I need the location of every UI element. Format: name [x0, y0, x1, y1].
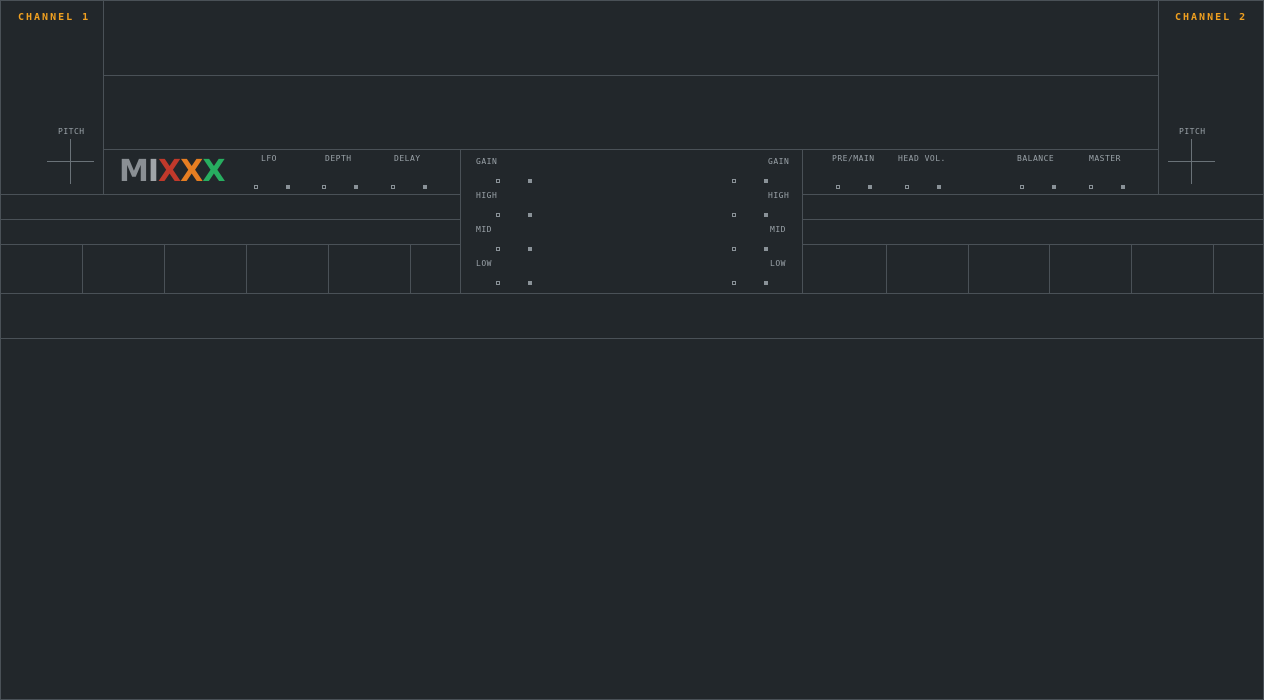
eq-right-high-label: HIGH: [768, 191, 790, 200]
eq-right-gain-knob[interactable]: [732, 179, 736, 183]
eq-right-low-indicator[interactable]: [764, 281, 768, 285]
eq-left-low-knob[interactable]: [496, 281, 500, 285]
balance-label: BALANCE: [1017, 154, 1055, 163]
depth-label: DEPTH: [325, 154, 352, 163]
eq-left-high-label: HIGH: [476, 191, 498, 200]
pre-main-indicator[interactable]: [868, 185, 872, 189]
head-vol-label: HEAD VOL.: [898, 154, 946, 163]
eq-right-mid-indicator[interactable]: [764, 247, 768, 251]
deck2-waveform[interactable]: [104, 76, 1158, 149]
delay-knob-indicator[interactable]: [423, 185, 427, 189]
deck2-button-4[interactable]: [1049, 245, 1132, 293]
deck1-button-2[interactable]: [82, 245, 165, 293]
eq-right-high-indicator[interactable]: [764, 213, 768, 217]
lfo-knob[interactable]: [254, 185, 258, 189]
delay-knob[interactable]: [391, 185, 395, 189]
deck1-button-4[interactable]: [246, 245, 329, 293]
deck1-waveform[interactable]: [104, 1, 1158, 75]
head-vol-indicator[interactable]: [937, 185, 941, 189]
eq-left-high-knob[interactable]: [496, 213, 500, 217]
deck1-button-1[interactable]: [0, 245, 83, 293]
row-line-1-left: [0, 194, 460, 195]
row-line-1-right: [803, 194, 1264, 195]
deck2-pitch-slider-track[interactable]: [1191, 139, 1192, 184]
balance-knob[interactable]: [1020, 185, 1024, 189]
lfo-label: LFO: [261, 154, 277, 163]
deck2-button-5[interactable]: [1131, 245, 1214, 293]
depth-knob[interactable]: [322, 185, 326, 189]
master-indicator[interactable]: [1121, 185, 1125, 189]
eq-left-high-indicator[interactable]: [528, 213, 532, 217]
eq-left-low-indicator[interactable]: [528, 281, 532, 285]
eq-right-low-knob[interactable]: [732, 281, 736, 285]
deck2-pitch-label: PITCH: [1179, 127, 1206, 136]
delay-label: DELAY: [394, 154, 421, 163]
deck1-button-3[interactable]: [164, 245, 247, 293]
row-line-2-right: [803, 219, 1264, 220]
eq-mixer-panel: [460, 149, 803, 294]
eq-right-mid-label: MID: [770, 225, 786, 234]
deck1-title: CHANNEL 1: [18, 12, 91, 23]
deck1-panel: [0, 0, 104, 194]
eq-left-gain-indicator[interactable]: [528, 179, 532, 183]
eq-left-mid-label: MID: [476, 225, 492, 234]
eq-right-gain-label: GAIN: [768, 157, 790, 166]
pre-main-knob[interactable]: [836, 185, 840, 189]
eq-left-low-label: LOW: [476, 259, 492, 268]
master-label: MASTER: [1089, 154, 1121, 163]
eq-left-mid-indicator[interactable]: [528, 247, 532, 251]
deck2-button-2[interactable]: [886, 245, 969, 293]
mixxx-logo: MIXXX: [119, 154, 225, 189]
lfo-knob-indicator[interactable]: [286, 185, 290, 189]
eq-right-gain-indicator[interactable]: [764, 179, 768, 183]
deck1-button-5[interactable]: [328, 245, 411, 293]
deck2-button-1[interactable]: [803, 245, 887, 293]
eq-right-mid-knob[interactable]: [732, 247, 736, 251]
master-knob[interactable]: [1089, 185, 1093, 189]
pre-main-label: PRE/MAIN: [832, 154, 875, 163]
library-area[interactable]: [1, 339, 1263, 699]
row-line-2-left: [0, 219, 460, 220]
balance-indicator[interactable]: [1052, 185, 1056, 189]
deck2-panel: [1158, 0, 1264, 194]
eq-left-mid-knob[interactable]: [496, 247, 500, 251]
deck1-pitch-slider-track[interactable]: [70, 139, 71, 184]
eq-left-gain-knob[interactable]: [496, 179, 500, 183]
eq-right-high-knob[interactable]: [732, 213, 736, 217]
eq-left-gain-label: GAIN: [476, 157, 498, 166]
depth-knob-indicator[interactable]: [354, 185, 358, 189]
deck2-button-3[interactable]: [968, 245, 1050, 293]
head-vol-knob[interactable]: [905, 185, 909, 189]
search-bar-area[interactable]: [1, 294, 1263, 338]
deck2-title: CHANNEL 2: [1175, 12, 1248, 23]
deck1-pitch-label: PITCH: [58, 127, 85, 136]
eq-right-low-label: LOW: [770, 259, 786, 268]
